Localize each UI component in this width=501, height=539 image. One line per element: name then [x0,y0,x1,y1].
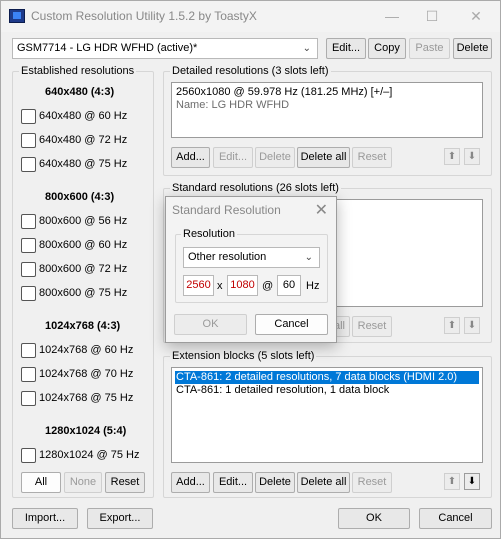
move-up-icon[interactable]: ⬆ [444,148,460,165]
extension-blocks-title: Extension blocks (5 slots left) [170,350,317,362]
minimize-button[interactable]: — [381,7,403,25]
group-heading: 640x480 (4:3) [45,86,115,98]
move-down-icon[interactable]: ⬇ [464,473,480,490]
none-button[interactable]: None [64,472,102,493]
chevron-down-icon: ⌄ [304,252,313,263]
export-button[interactable]: Export... [87,508,153,529]
paste-button[interactable]: Paste [409,38,450,59]
list-item-name: Name: LG HDR WFHD [176,99,290,111]
reset-standard-button[interactable]: Reset [352,316,392,337]
detailed-resolutions-title: Detailed resolutions (3 slots left) [170,65,331,77]
established-resolutions-title: Established resolutions [19,65,137,77]
copy-button[interactable]: Copy [368,38,406,59]
list-item[interactable]: 2560x1080 @ 59.978 Hz (181.25 MHz) [+/–] [175,86,479,99]
dialog-cancel-button[interactable]: Cancel [255,314,328,335]
dialog-title: Standard Resolution [172,203,281,217]
reset-detailed-button[interactable]: Reset [352,147,392,168]
chevron-down-icon: ⌄ [302,43,311,54]
checkbox-1280x1024-75[interactable]: 1280x1024 @ 75 Hz [21,447,139,463]
delete-detailed-button[interactable]: Delete [255,147,295,168]
delete-all-detailed-button[interactable]: Delete all [297,147,350,168]
delete-all-extension-button[interactable]: Delete all [297,472,350,493]
move-up-icon[interactable]: ⬆ [444,317,460,334]
edit-display-button[interactable]: Edit... [326,38,366,59]
list-item[interactable]: CTA-861: 1 detailed resolution, 1 data b… [175,384,479,397]
standard-resolution-dialog: Standard Resolution ✕ Resolution Other r… [165,196,337,343]
checkbox-1024x768-75[interactable]: 1024x768 @ 75 Hz [21,390,133,406]
edit-extension-button[interactable]: Edit... [213,472,253,493]
window-title: Custom Resolution Utility 1.5.2 by Toast… [31,9,257,23]
checkbox-640x480-60[interactable]: 640x480 @ 60 Hz [21,108,127,124]
dialog-ok-button[interactable]: OK [174,314,247,335]
title-bar: Custom Resolution Utility 1.5.2 by Toast… [1,1,500,32]
monitor-icon [9,9,25,23]
edit-detailed-button[interactable]: Edit... [213,147,253,168]
add-detailed-button[interactable]: Add... [171,147,210,168]
checkbox-800x600-72[interactable]: 800x600 @ 72 Hz [21,261,127,277]
resolution-type-select[interactable]: Other resolution ⌄ [183,247,320,268]
delete-display-button[interactable]: Delete [453,38,492,59]
display-select-value: GSM7714 - LG HDR WFHD (active)* [17,42,198,54]
move-down-icon[interactable]: ⬇ [464,148,480,165]
checkbox-640x480-75[interactable]: 640x480 @ 75 Hz [21,156,127,172]
ok-button[interactable]: OK [338,508,410,529]
close-icon[interactable]: ✕ [315,200,328,220]
resolution-group-label: Resolution [181,228,237,240]
resolution-type-value: Other resolution [188,251,267,263]
detailed-resolutions-list[interactable]: 2560x1080 @ 59.978 Hz (181.25 MHz) [+/–]… [171,82,483,138]
cancel-button[interactable]: Cancel [419,508,492,529]
checkbox-1024x768-70[interactable]: 1024x768 @ 70 Hz [21,366,133,382]
refresh-input[interactable]: 60 [277,275,301,296]
maximize-button[interactable]: ☐ [421,7,443,25]
standard-resolutions-title: Standard resolutions (26 slots left) [170,182,341,194]
checkbox-1024x768-60[interactable]: 1024x768 @ 60 Hz [21,342,133,358]
extension-blocks-list[interactable]: CTA-861: 2 detailed resolutions, 7 data … [171,367,483,463]
hz-label: Hz [306,280,320,292]
reset-established-button[interactable]: Reset [105,472,145,493]
delete-extension-button[interactable]: Delete [255,472,295,493]
width-input[interactable]: 2560 [183,275,214,296]
checkbox-800x600-60[interactable]: 800x600 @ 60 Hz [21,237,127,253]
checkbox-800x600-56[interactable]: 800x600 @ 56 Hz [21,213,127,229]
all-button[interactable]: All [21,472,61,493]
x-label: x [217,280,223,292]
display-select[interactable]: GSM7714 - LG HDR WFHD (active)* ⌄ [12,38,318,59]
close-button[interactable]: ✕ [465,7,487,25]
checkbox-640x480-72[interactable]: 640x480 @ 72 Hz [21,132,127,148]
move-down-icon[interactable]: ⬇ [464,317,480,334]
at-label: @ [262,280,274,292]
group-heading: 1280x1024 (5:4) [45,425,127,437]
checkbox-800x600-75[interactable]: 800x600 @ 75 Hz [21,285,127,301]
height-input[interactable]: 1080 [227,275,258,296]
list-item[interactable]: CTA-861: 2 detailed resolutions, 7 data … [174,370,480,385]
import-button[interactable]: Import... [12,508,78,529]
group-heading: 800x600 (4:3) [45,191,115,203]
reset-extension-button[interactable]: Reset [352,472,392,493]
move-up-icon[interactable]: ⬆ [444,473,460,490]
group-heading: 1024x768 (4:3) [45,320,121,332]
add-extension-button[interactable]: Add... [171,472,210,493]
